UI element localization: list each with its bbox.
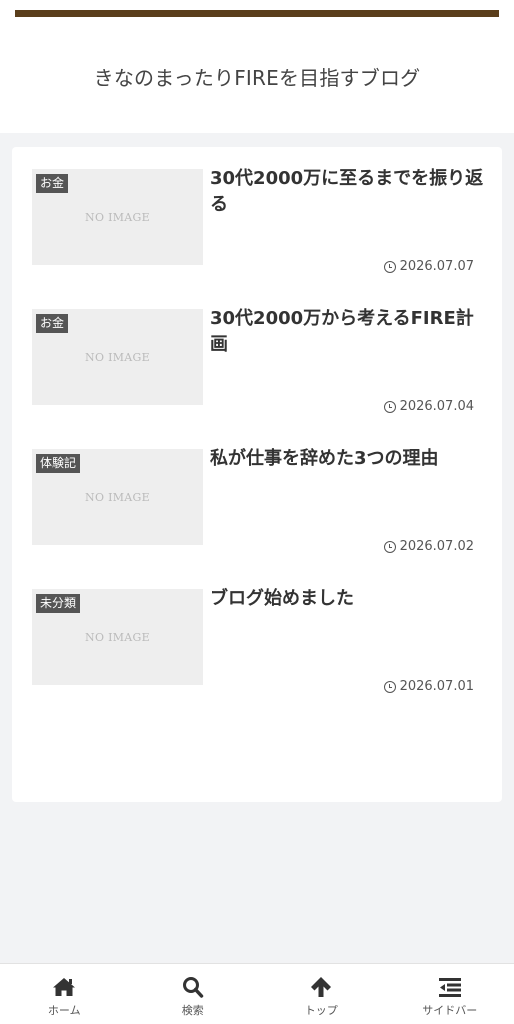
post-card[interactable]: NO IMAGE お金 30代2000万に至るまでを振り返る 2026.07.0… — [32, 166, 485, 275]
post-title[interactable]: 30代2000万から考えるFIRE計画 — [210, 306, 485, 358]
nav-search-button[interactable]: 検索 — [129, 964, 258, 1024]
sidebar-icon — [438, 978, 461, 997]
category-label: 未分類 — [36, 594, 81, 613]
post-title[interactable]: ブログ始めました — [210, 586, 485, 612]
post-date-text: 2026.07.02 — [399, 539, 474, 554]
clock-icon — [383, 401, 396, 413]
category-label: お金 — [36, 314, 69, 333]
category-label: 体験記 — [36, 454, 81, 473]
nav-sidebar-label: サイドバー — [422, 1004, 478, 1017]
post-list: NO IMAGE お金 30代2000万に至るまでを振り返る 2026.07.0… — [12, 147, 502, 802]
nav-top-button[interactable]: トップ — [257, 964, 386, 1024]
post-date: 2026.07.07 — [383, 259, 474, 275]
post-title[interactable]: 私が仕事を辞めた3つの理由 — [210, 446, 485, 472]
no-image-placeholder: NO IMAGE — [85, 491, 150, 504]
nav-sidebar-button[interactable]: サイドバー — [386, 964, 514, 1024]
no-image-placeholder: NO IMAGE — [85, 351, 150, 364]
post-date-text: 2026.07.04 — [399, 399, 474, 414]
post-date: 2026.07.01 — [383, 679, 474, 695]
home-icon — [53, 978, 76, 996]
post-date-text: 2026.07.07 — [399, 259, 474, 274]
clock-icon — [383, 681, 396, 693]
post-card[interactable]: NO IMAGE 体験記 私が仕事を辞めた3つの理由 2026.07.02 — [32, 446, 485, 555]
clock-icon — [383, 541, 396, 553]
post-title[interactable]: 30代2000万に至るまでを振り返る — [210, 166, 485, 218]
post-thumbnail[interactable]: NO IMAGE お金 — [32, 169, 203, 265]
search-icon — [182, 977, 203, 998]
post-card[interactable]: NO IMAGE お金 30代2000万から考えるFIRE計画 2026.07.… — [32, 306, 485, 415]
clock-icon — [383, 261, 396, 273]
header-accent-bar — [15, 10, 499, 17]
nav-search-label: 検索 — [181, 1004, 204, 1017]
post-thumbnail[interactable]: NO IMAGE お金 — [32, 309, 203, 405]
site-header: きなのまったりFIREを目指すブログ — [0, 0, 514, 133]
footer-mobile-menu: ホーム 検索 トップ サイドバー — [0, 963, 514, 1024]
arrow-up-icon — [311, 977, 332, 997]
nav-home-button[interactable]: ホーム — [0, 964, 129, 1024]
post-date: 2026.07.04 — [383, 399, 474, 415]
no-image-placeholder: NO IMAGE — [85, 631, 150, 644]
site-title[interactable]: きなのまったりFIREを目指すブログ — [0, 62, 514, 91]
post-date-text: 2026.07.01 — [399, 679, 474, 694]
post-card[interactable]: NO IMAGE 未分類 ブログ始めました 2026.07.01 — [32, 586, 485, 695]
no-image-placeholder: NO IMAGE — [85, 211, 150, 224]
nav-top-label: トップ — [304, 1004, 338, 1017]
post-thumbnail[interactable]: NO IMAGE 体験記 — [32, 449, 203, 545]
nav-home-label: ホーム — [47, 1004, 81, 1017]
category-label: お金 — [36, 174, 69, 193]
post-thumbnail[interactable]: NO IMAGE 未分類 — [32, 589, 203, 685]
post-date: 2026.07.02 — [383, 539, 474, 555]
